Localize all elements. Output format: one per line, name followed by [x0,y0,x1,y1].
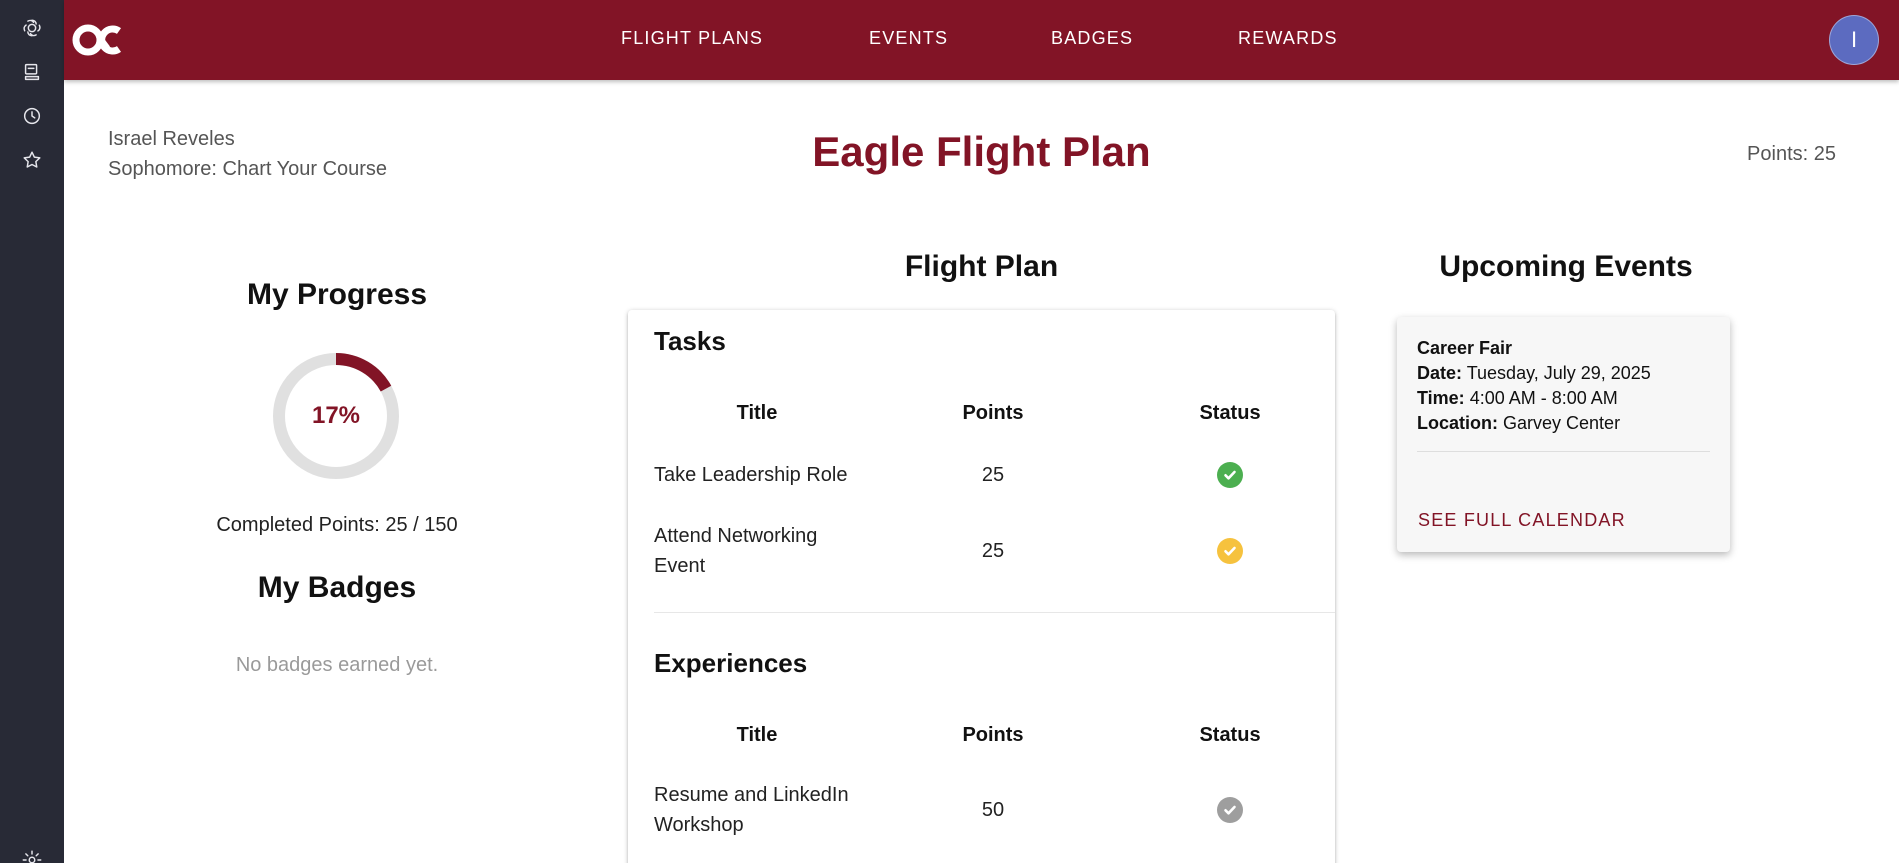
event-name: Career Fair [1417,338,1513,358]
tasks-col-status: Status [1199,402,1261,424]
avatar[interactable]: I [1829,15,1879,65]
event-date-label: Date: [1417,363,1463,383]
openai-icon[interactable] [18,14,46,42]
brand-logo[interactable] [72,20,126,60]
page-title: Eagle Flight Plan [812,128,1151,175]
event-date: Date: Tuesday, July 29, 2025 [1417,363,1651,384]
status-pending-icon [1217,538,1243,564]
experiences-col-status: Status [1199,724,1261,746]
event-location-value: Garvey Center [1503,413,1621,433]
tasks-heading: Tasks [654,326,726,356]
event-card: Career Fair Date: Tuesday, July 29, 2025… [1397,317,1730,552]
left-rail [0,0,64,863]
see-full-calendar-link[interactable]: SEE FULL CALENDAR [1418,510,1626,531]
task-title: Attend Networking Event [654,525,818,577]
task-points: 25 [981,540,1005,562]
nav-events[interactable]: EVENTS [869,28,948,49]
nav-rewards[interactable]: REWARDS [1238,28,1338,49]
status-not-started-icon [1217,797,1243,823]
archive-icon[interactable] [18,58,46,86]
completed-points: Completed Points: 25 / 150 [216,514,458,536]
experience-title: Resume and LinkedIn Workshop [654,784,849,836]
flight-plan-heading: Flight Plan [904,250,1059,283]
flight-plan-card: Tasks Title Points Status Take Leadershi… [628,310,1335,863]
progress-percent: 17% [311,402,361,429]
app-root: FLIGHT PLANS EVENTS BADGES REWARDS I Isr… [0,0,1899,863]
task-title: Take Leadership Role [654,464,848,486]
star-icon[interactable] [18,146,46,174]
section-divider [654,612,1335,613]
event-date-value: Tuesday, July 29, 2025 [1466,363,1651,383]
user-level: Sophomore: Chart Your Course [108,158,388,180]
no-badges-message: No badges earned yet. [235,654,439,676]
my-progress-heading: My Progress [246,278,428,311]
tasks-col-title: Title [736,402,778,424]
experiences-heading: Experiences [654,648,808,678]
nav-badges[interactable]: BADGES [1051,28,1133,49]
progress-ring: 17% [272,352,400,480]
history-icon[interactable] [18,102,46,130]
experiences-col-title: Title [736,724,778,746]
event-time: Time: 4:00 AM - 8:00 AM [1417,388,1618,409]
event-location-label: Location: [1417,413,1498,433]
nav-flight-plans[interactable]: FLIGHT PLANS [621,28,763,49]
upcoming-events-heading: Upcoming Events [1439,250,1693,283]
settings-icon[interactable] [18,846,46,863]
status-completed-icon [1217,462,1243,488]
tasks-col-points: Points [962,402,1024,424]
event-time-value: 4:00 AM - 8:00 AM [1469,388,1618,408]
event-location: Location: Garvey Center [1417,413,1620,434]
experiences-col-points: Points [962,724,1024,746]
event-time-label: Time: [1417,388,1465,408]
event-divider [1417,451,1710,452]
points-total: Points: 25 [1747,143,1836,165]
experience-points: 50 [981,799,1005,821]
user-name: Israel Reveles [108,128,235,150]
top-nav-bar: FLIGHT PLANS EVENTS BADGES REWARDS I [64,0,1899,80]
my-badges-heading: My Badges [257,571,417,604]
task-points: 25 [981,464,1005,486]
